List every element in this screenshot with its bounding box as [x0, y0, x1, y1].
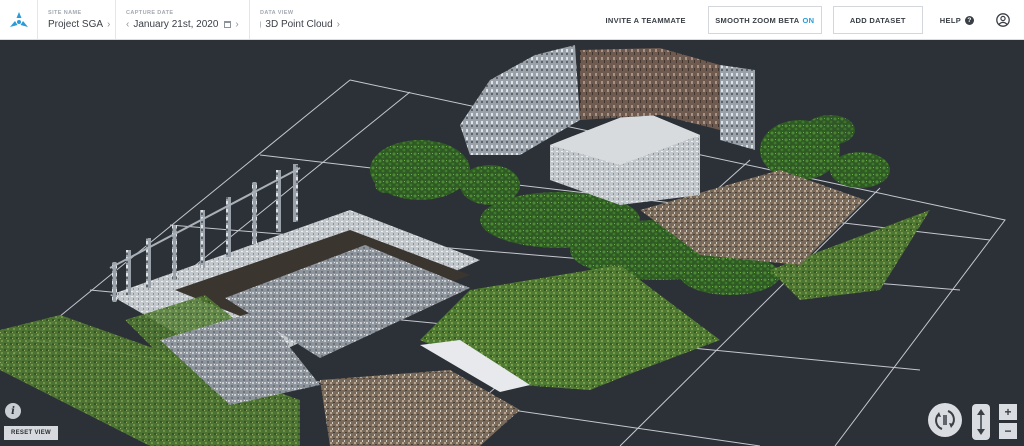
- point-cloud-viewport[interactable]: i RESET VIEW + −: [0, 40, 1024, 446]
- help-label: HELP: [939, 15, 961, 25]
- logo-icon: [9, 11, 28, 27]
- orbit-control[interactable]: [928, 403, 962, 437]
- chevron-left-icon[interactable]: ‹: [126, 19, 129, 30]
- smooth-zoom-toggle[interactable]: SMOOTH ZOOM BETA ON: [707, 6, 822, 34]
- logo[interactable]: [0, 0, 38, 39]
- user-icon: [996, 13, 1010, 27]
- reset-view-button[interactable]: RESET VIEW: [4, 426, 58, 440]
- user-menu-button[interactable]: [988, 13, 1018, 27]
- smooth-zoom-state: ON: [802, 15, 815, 25]
- orbit-icon: [935, 410, 955, 430]
- chevron-right-icon[interactable]: ›: [235, 19, 238, 30]
- smooth-zoom-label: SMOOTH ZOOM BETA: [715, 15, 800, 25]
- site-name-selector[interactable]: SITE NAME Project SGA ›: [38, 0, 116, 39]
- zoom-controls: + −: [999, 404, 1017, 439]
- zoom-in-icon: +: [1004, 405, 1012, 419]
- capture-date-value: January 21st, 2020: [133, 18, 219, 30]
- pan-updown-icon: [977, 409, 985, 435]
- site-name-value: Project SGA: [48, 18, 104, 30]
- top-bar: SITE NAME Project SGA › CAPTURE DATE ‹ J…: [0, 0, 1024, 40]
- capture-date-caption: CAPTURE DATE: [126, 9, 174, 16]
- site-name-caption: SITE NAME: [48, 9, 82, 16]
- zoom-out-icon: −: [1004, 424, 1012, 438]
- help-icon: ?: [965, 15, 974, 25]
- capture-date-selector[interactable]: CAPTURE DATE ‹ January 21st, 2020 ›: [116, 0, 250, 39]
- data-view-caption: DATA VIEW: [260, 9, 294, 16]
- zoom-out-button[interactable]: −: [999, 423, 1017, 439]
- data-view-value: 3D Point Cloud: [265, 18, 333, 30]
- add-dataset-button[interactable]: ADD DATASET: [832, 6, 923, 34]
- invite-teammate-button[interactable]: INVITE A TEAMMATE: [606, 16, 686, 25]
- calendar-icon[interactable]: [224, 20, 232, 28]
- point-cloud-scene[interactable]: [0, 40, 1024, 446]
- info-icon: i: [11, 405, 15, 417]
- help-button[interactable]: HELP ?: [939, 15, 974, 25]
- chevron-right-icon: ›: [336, 18, 340, 30]
- data-view-selector[interactable]: DATA VIEW 3D Point Cloud ›: [250, 0, 350, 39]
- zoom-in-button[interactable]: +: [999, 404, 1017, 420]
- pan-updown-control[interactable]: [972, 404, 990, 440]
- chevron-right-icon: ›: [107, 18, 111, 30]
- point-cloud-icon: [260, 20, 262, 28]
- info-button[interactable]: i: [5, 403, 21, 419]
